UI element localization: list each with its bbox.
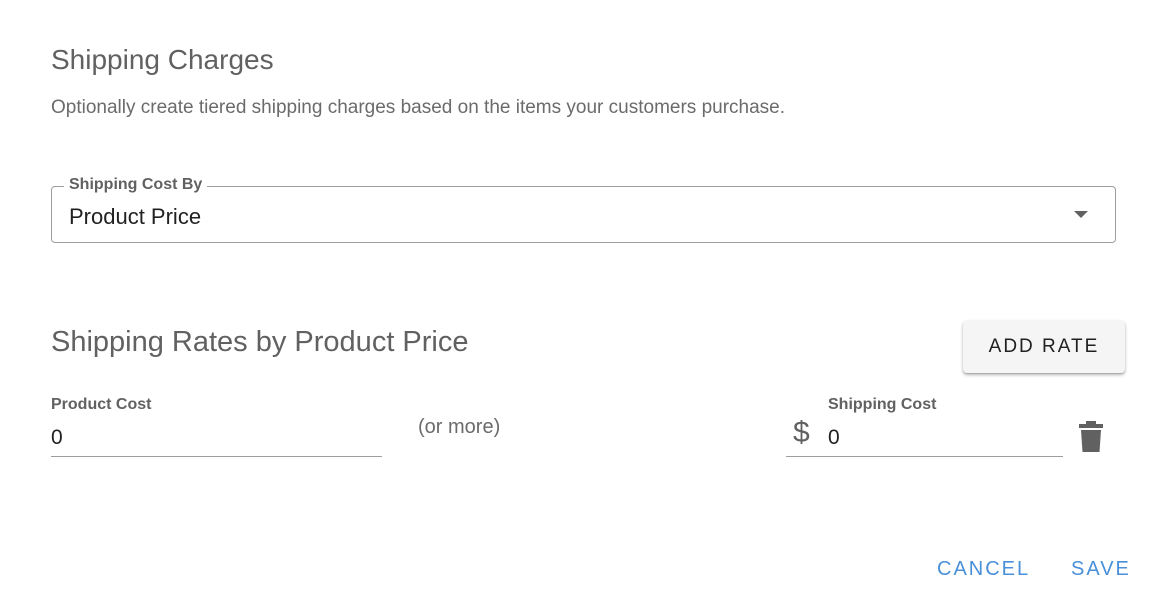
product-cost-input[interactable] xyxy=(51,420,382,457)
shipping-cost-by-label: Shipping Cost By xyxy=(64,176,208,194)
shipping-cost-field: Shipping Cost $ xyxy=(786,396,1064,458)
rates-section-title: Shipping Rates by Product Price xyxy=(51,326,469,358)
shipping-cost-by-value: Product Price xyxy=(69,204,202,229)
page-title: Shipping Charges xyxy=(51,44,274,75)
save-button[interactable]: SAVE xyxy=(1065,554,1137,585)
product-cost-label: Product Cost xyxy=(51,396,152,413)
add-rate-button[interactable]: ADD RATE xyxy=(963,320,1125,373)
cancel-button[interactable]: CANCEL xyxy=(931,554,1036,585)
shipping-cost-input[interactable] xyxy=(786,420,1063,457)
page-description: Optionally create tiered shipping charge… xyxy=(51,97,786,118)
shipping-cost-label: Shipping Cost xyxy=(828,396,937,413)
dropdown-arrow-icon[interactable] xyxy=(1074,211,1088,218)
or-more-text: (or more) xyxy=(418,416,501,438)
product-cost-field: Product Cost xyxy=(51,396,383,458)
shipping-cost-by-select[interactable]: Shipping Cost By Product Price xyxy=(51,176,1116,243)
trash-icon[interactable] xyxy=(1078,421,1104,453)
